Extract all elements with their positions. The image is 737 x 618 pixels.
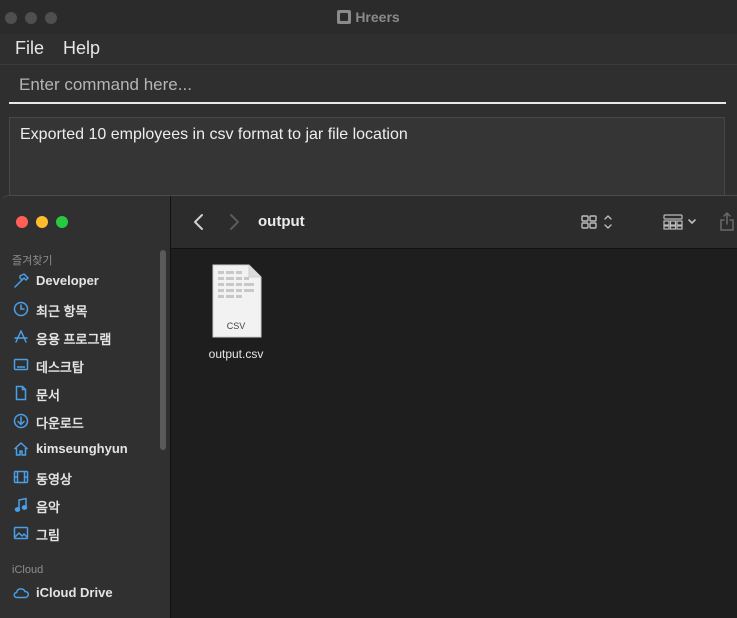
grid-view-icon [581,215,612,229]
back-button[interactable] [189,210,209,234]
group-by-button[interactable] [662,210,702,234]
app-icon [337,10,352,24]
chevron-left-icon [194,214,203,230]
sidebar-item-label: 그림 [36,528,60,543]
finder-sidebar: 즐겨찾기 Developer 최근 항목 응용 프로그램 데스크탑 문서 다운로… [0,196,171,618]
sidebar-item-label: Developer [36,273,99,288]
finder-toolbar: output [171,196,737,249]
applications-icon [12,328,30,346]
sidebar-item-label: kimseunghyun [36,441,128,456]
view-mode-button[interactable] [580,210,618,234]
favorites-section-label: 즐겨찾기 [12,255,53,267]
finder-minimize-button[interactable] [36,216,48,228]
sidebar-item-label: 데스크탑 [36,360,84,375]
sidebar-item-label: 문서 [36,388,60,403]
sidebar-item-label: iCloud Drive [36,585,113,600]
app-title-text: Hreers [355,9,400,25]
sidebar-scrollbar[interactable] [159,250,167,618]
group-icon [663,214,696,230]
folder-title: output [258,213,305,230]
sidebar-item-label: 음악 [36,500,60,515]
share-icon [720,211,734,231]
sidebar-item-applications[interactable]: 응용 프로그램 [12,326,160,348]
download-icon [12,412,30,430]
file-name: output.csv [208,347,264,361]
photo-icon [12,524,30,542]
menu-file[interactable]: File [15,38,44,59]
sidebar-item-pictures[interactable]: 그림 [12,522,160,544]
menu-bar: File Help [0,34,737,65]
home-icon [12,440,30,458]
sidebar-item-developer[interactable]: Developer [12,270,160,292]
csv-file-icon [212,264,262,338]
result-text: Exported 10 employees in csv format to j… [20,126,408,143]
result-display: Exported 10 employees in csv format to j… [9,117,725,200]
sidebar-item-documents[interactable]: 문서 [12,382,160,404]
finder-content: CSV output.csv [171,249,737,618]
film-icon [12,468,30,486]
sidebar-item-recents[interactable]: 최근 항목 [12,298,160,320]
sidebar-item-desktop[interactable]: 데스크탑 [12,354,160,376]
sidebar-item-label: 다운로드 [36,416,84,431]
forward-button[interactable] [224,210,244,234]
command-box [9,68,726,104]
command-input[interactable] [9,68,726,102]
clock-icon [12,300,30,318]
sidebar-item-downloads[interactable]: 다운로드 [12,410,160,432]
app-titlebar: Hreers [0,0,737,35]
finder-zoom-button[interactable] [56,216,68,228]
sidebar-item-label: 동영상 [36,472,72,487]
finder-close-button[interactable] [16,216,28,228]
desktop-icon [12,356,30,374]
sidebar-scrollbar-thumb[interactable] [160,250,166,450]
hammer-icon [12,272,30,290]
sidebar-item-movies[interactable]: 동영상 [12,466,160,488]
file-type-label: CSV [226,321,246,331]
hreers-app-window: Hreers File Help Exported 10 employees i… [0,0,737,200]
menu-help[interactable]: Help [63,38,100,59]
cloud-icon [12,584,30,602]
document-icon [12,384,30,402]
icloud-section-label: iCloud [12,564,44,576]
chevron-right-icon [230,214,239,230]
file-item[interactable]: CSV output.csv [201,263,271,361]
finder-window: 즐겨찾기 Developer 최근 항목 응용 프로그램 데스크탑 문서 다운로… [0,195,737,618]
sidebar-item-home[interactable]: kimseunghyun [12,438,160,460]
share-button[interactable] [717,210,737,234]
app-title: Hreers [0,9,737,25]
sidebar-item-music[interactable]: 음악 [12,494,160,516]
sidebar-item-label: 응용 프로그램 [36,332,112,347]
music-note-icon [12,496,30,514]
sidebar-item-icloud-drive[interactable]: iCloud Drive [12,582,160,604]
sidebar-item-label: 최근 항목 [36,304,88,319]
